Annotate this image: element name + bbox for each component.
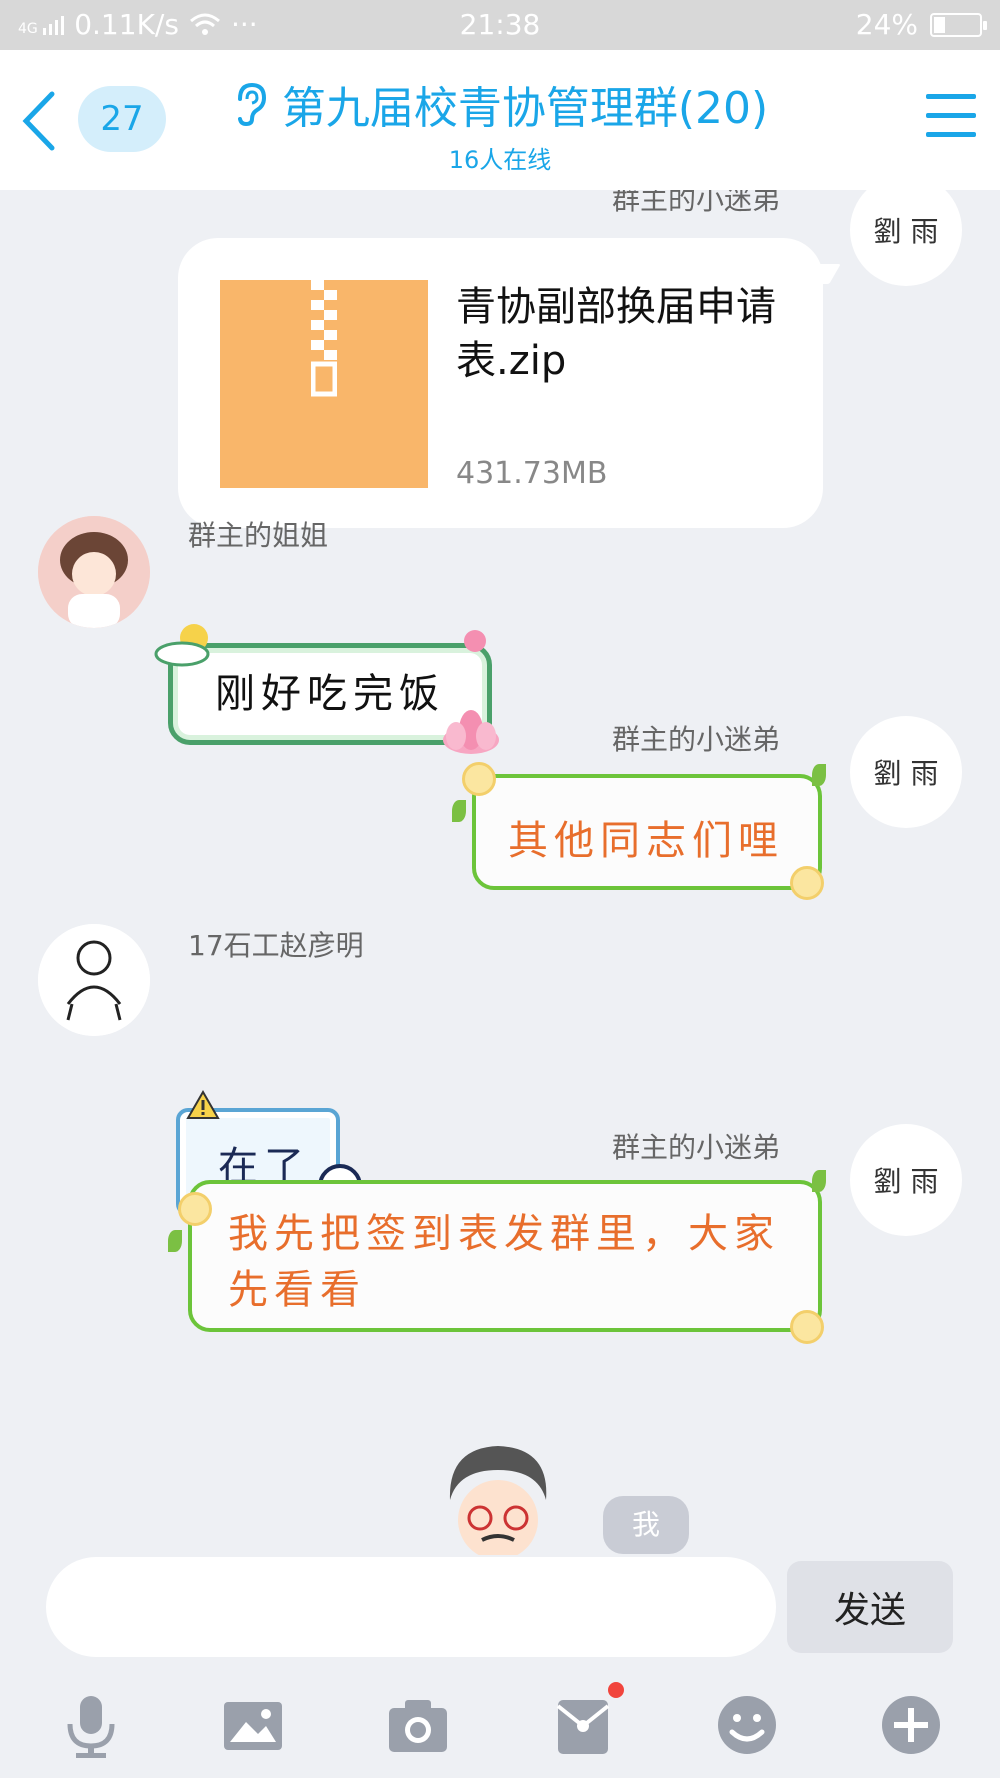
input-toolbar <box>0 1680 1000 1778</box>
message-bubble[interactable]: 其他同志们哩 <box>472 774 822 890</box>
leaf-icon <box>812 1170 826 1192</box>
menu-icon[interactable] <box>926 94 976 138</box>
zip-icon <box>220 280 428 488</box>
flower-icon <box>790 1310 824 1344</box>
message-list[interactable]: 群主的小迷弟 劉 雨 青协副部换届申请表.zip 431.73MB 群主的姐姐 … <box>0 190 1000 1555</box>
clock: 21:38 <box>459 8 541 41</box>
file-size: 431.73MB <box>456 456 608 491</box>
message-text: 我先把签到表发群里，大家先看看 <box>228 1211 780 1313</box>
sender-name: 群主的小迷弟 <box>612 723 781 756</box>
avatar[interactable]: 劉 雨 <box>850 1124 962 1236</box>
me-label[interactable]: 我 <box>603 1496 689 1554</box>
file-message[interactable]: 青协副部换届申请表.zip 431.73MB <box>178 238 841 528</box>
send-button[interactable]: 发送 <box>787 1561 953 1653</box>
flower-icon <box>178 1192 212 1226</box>
bud-icon <box>464 630 486 652</box>
ear-icon <box>237 82 266 127</box>
camera-icon[interactable] <box>383 1690 453 1760</box>
message-text: 其他同志们哩 <box>508 818 784 864</box>
status-right: 24% <box>855 8 987 41</box>
file-name: 青协副部换届申请表.zip <box>456 284 776 384</box>
microphone-icon[interactable] <box>56 1690 126 1760</box>
title-area[interactable]: 第九届校青协管理群(20) 16人在线 <box>200 72 800 175</box>
avatar[interactable] <box>38 516 150 628</box>
leaf-icon <box>812 764 826 786</box>
back-icon[interactable] <box>14 86 64 156</box>
avatar-seal-text: 劉 雨 <box>873 215 939 248</box>
leaf-icon <box>168 1230 182 1252</box>
sender-name: 群主的小迷弟 <box>612 190 781 216</box>
image-icon[interactable] <box>218 1690 288 1760</box>
cloud-sun-icon <box>154 624 210 667</box>
flower-icon <box>790 866 824 900</box>
warning-icon <box>186 1090 220 1119</box>
sender-name: 群主的姐姐 <box>188 519 329 552</box>
avatar-seal-text: 劉 雨 <box>873 1165 939 1198</box>
cartoon-face-sticker <box>449 1446 547 1555</box>
avatar[interactable] <box>38 924 150 1036</box>
message-text: 刚好吃完饭 <box>215 671 445 717</box>
group-title: 第九届校青协管理群(20) <box>281 83 769 134</box>
message-input[interactable] <box>46 1557 776 1657</box>
chat-header: 27 第九届校青协管理群(20) 16人在线 <box>0 50 1000 190</box>
battery-icon <box>930 12 987 37</box>
notification-dot <box>608 1682 624 1698</box>
emoji-icon[interactable] <box>712 1690 782 1760</box>
message-bubble[interactable]: 我先把签到表发群里，大家先看看 <box>188 1180 822 1332</box>
battery-percent: 24% <box>855 8 918 41</box>
flower-icon <box>462 762 496 796</box>
leaf-icon <box>452 800 466 822</box>
avatar[interactable]: 劉 雨 <box>850 716 962 828</box>
lotus-icon <box>443 710 499 754</box>
avatar-seal-text: 劉 雨 <box>873 757 939 790</box>
status-bar: 4G 0.11K/s ··· 21:38 24% <box>0 0 1000 50</box>
sender-name: 群主的小迷弟 <box>612 1131 781 1164</box>
avatar[interactable]: 劉 雨 <box>850 190 962 286</box>
unread-badge[interactable]: 27 <box>78 86 166 152</box>
plus-icon[interactable] <box>876 1690 946 1760</box>
red-packet-icon[interactable] <box>548 1682 624 1760</box>
online-count: 16人在线 <box>448 146 552 174</box>
sender-name: 17石工赵彦明 <box>188 929 364 962</box>
